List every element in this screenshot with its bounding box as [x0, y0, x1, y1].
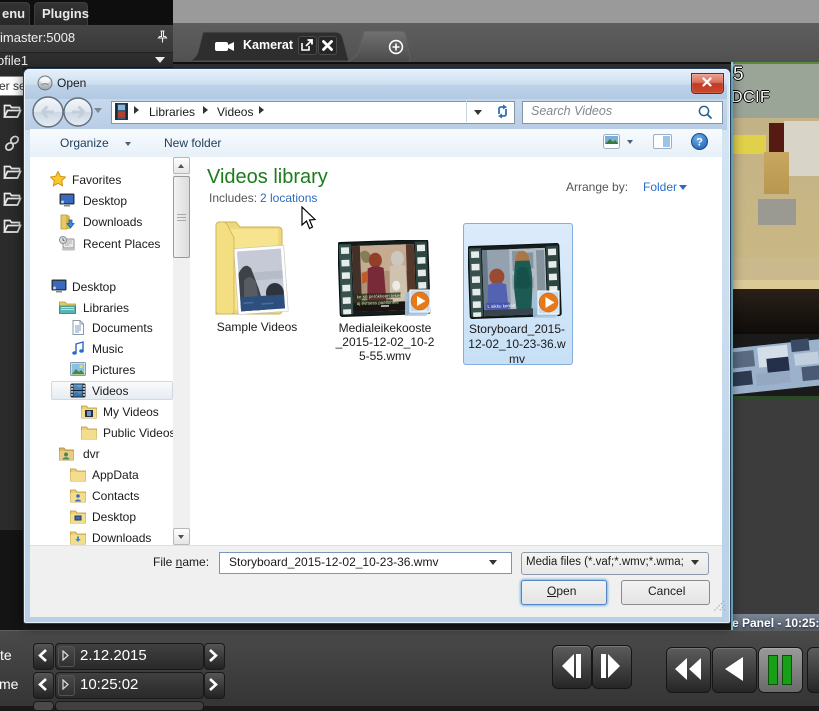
svg-text:?: ? [696, 137, 703, 149]
svg-text:L aikku kerroit: L aikku kerroit [487, 303, 516, 309]
